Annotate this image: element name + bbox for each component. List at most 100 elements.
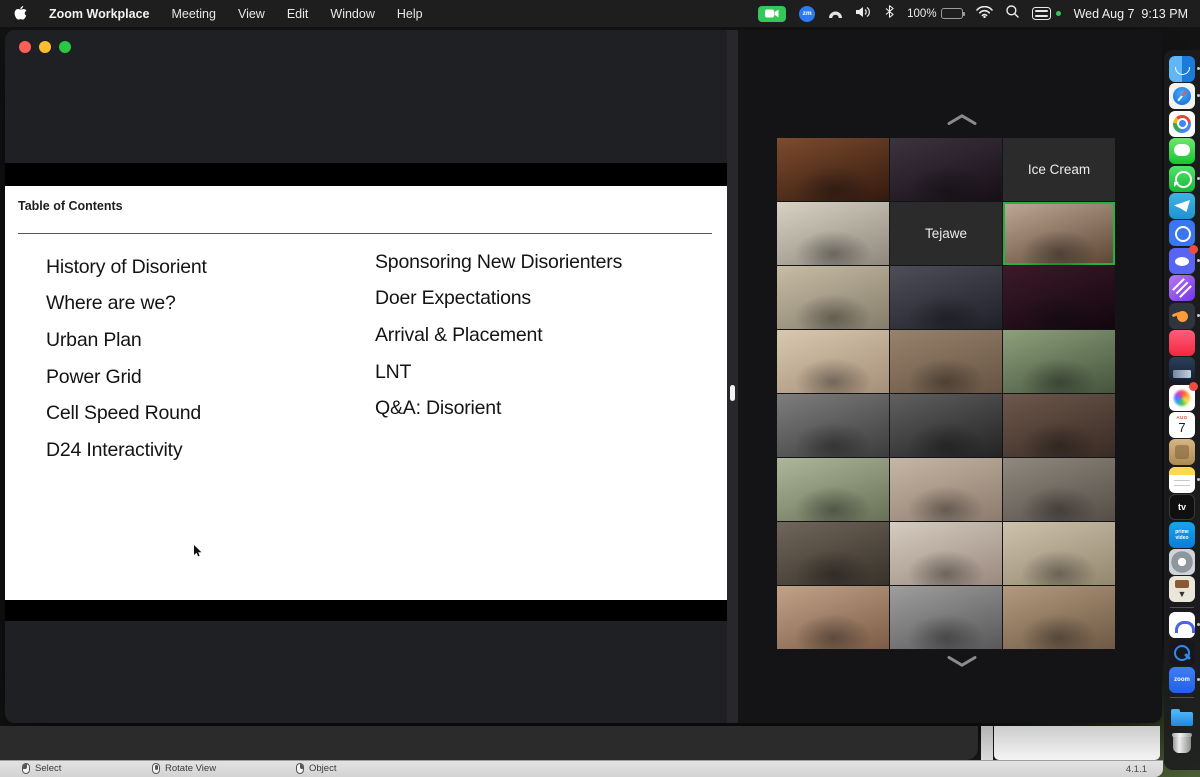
participant-video-tile[interactable] [1003, 202, 1115, 265]
slide-letterbox-bottom [5, 600, 727, 621]
participant-video-tile[interactable] [777, 330, 889, 393]
presentation-slide: Table of Contents History of DisorientWh… [5, 186, 727, 600]
volume-icon[interactable] [856, 5, 872, 23]
blender-viewport-edge [0, 726, 978, 760]
participant-video-tile[interactable] [1003, 394, 1115, 457]
fullscreen-button[interactable] [59, 41, 71, 53]
participant-silhouette [890, 522, 1002, 585]
scrollbar-thumb[interactable] [730, 385, 735, 401]
telegram-dock-icon[interactable] [1169, 193, 1195, 219]
primevideo-dock-icon[interactable]: prime video [1169, 522, 1195, 548]
participant-name-tile[interactable]: Tejawe [890, 202, 1002, 265]
participant-name: Tejawe [925, 226, 967, 241]
appletv-dock-icon[interactable]: tv [1169, 494, 1195, 520]
quicktime-dock-icon[interactable] [1169, 640, 1195, 666]
calendar-dock-icon[interactable]: AUG7 [1169, 412, 1195, 438]
participant-silhouette [777, 458, 889, 521]
menu-item-view[interactable]: View [238, 7, 265, 21]
menu-item-window[interactable]: Window [330, 7, 374, 21]
arc-menubar-icon[interactable] [828, 5, 843, 23]
weather-dock-icon[interactable] [1169, 357, 1195, 383]
participant-video-tile[interactable] [890, 266, 1002, 329]
participant-video-tile[interactable] [890, 586, 1002, 649]
shared-screen-scrollbar[interactable] [727, 30, 738, 723]
participant-video-tile[interactable] [890, 394, 1002, 457]
menubar-clock[interactable]: Wed Aug 7 9:13 PM [1074, 7, 1188, 21]
apple-menu-icon[interactable] [14, 6, 27, 21]
photos-dock-icon[interactable] [1169, 385, 1195, 411]
spotlight-search-icon[interactable] [1006, 5, 1019, 23]
whatsapp-dock-icon[interactable] [1169, 166, 1195, 192]
participant-silhouette [1003, 266, 1115, 329]
participant-video-tile[interactable] [777, 266, 889, 329]
participant-video-tile[interactable] [1003, 522, 1115, 585]
arc-dock-icon[interactable] [1169, 612, 1195, 638]
photos-notification-badge [1189, 382, 1198, 391]
participant-silhouette [777, 522, 889, 585]
screen-recording-camera-indicator[interactable] [758, 6, 786, 22]
safari-dock-icon[interactable] [1169, 83, 1195, 109]
minimize-button[interactable] [39, 41, 51, 53]
participant-video-tile[interactable] [890, 330, 1002, 393]
wifi-icon[interactable] [976, 5, 993, 23]
dock-separator [1170, 697, 1194, 698]
affinity-dock-icon[interactable] [1169, 275, 1195, 301]
calendar-glyph: 7 [1169, 412, 1195, 438]
participant-video-tile[interactable] [1003, 458, 1115, 521]
participants-panel: Ice Cream Tejawe [738, 30, 1162, 723]
participant-video-tile[interactable] [1003, 266, 1115, 329]
toc-column-right: Sponsoring New DisorientersDoer Expectat… [375, 244, 622, 427]
blender-hint-label: Object [309, 763, 336, 774]
signal-dock-icon[interactable] [1169, 220, 1195, 246]
participant-video-tile[interactable] [890, 138, 1002, 201]
participant-video-tile[interactable] [777, 394, 889, 457]
status-green-dot [1056, 11, 1061, 16]
control-center-icon[interactable] [1032, 7, 1051, 20]
menu-app-name[interactable]: Zoom Workplace [49, 7, 149, 21]
participant-name: Ice Cream [1028, 162, 1090, 177]
bluetooth-icon[interactable] [885, 5, 894, 23]
discord-dock-icon[interactable] [1169, 248, 1195, 274]
finder-dock-icon[interactable] [1169, 56, 1195, 82]
participant-silhouette [777, 202, 889, 265]
participant-silhouette [777, 394, 889, 457]
chrome-dock-icon[interactable] [1169, 111, 1195, 137]
toc-item: Q&A: Disorient [375, 390, 622, 427]
menu-item-meeting[interactable]: Meeting [171, 7, 215, 21]
participant-video-tile[interactable] [890, 458, 1002, 521]
blender-status-bar: SelectRotate ViewObject 4.1.1 [0, 760, 1163, 777]
dock: AUG7 tvprime video ▼ zoom [1164, 50, 1200, 770]
music-dock-icon[interactable] [1169, 330, 1195, 356]
menu-item-help[interactable]: Help [397, 7, 423, 21]
participant-video-tile[interactable] [777, 138, 889, 201]
toc-item: Power Grid [46, 359, 207, 396]
menu-item-edit[interactable]: Edit [287, 7, 309, 21]
zoom-dock-icon[interactable]: zoom [1169, 667, 1195, 693]
participant-silhouette [777, 330, 889, 393]
participant-video-tile[interactable] [890, 522, 1002, 585]
books-dock-icon[interactable] [1169, 439, 1195, 465]
close-button[interactable] [19, 41, 31, 53]
notes-dock-icon[interactable] [1169, 467, 1195, 493]
blender-dock-icon[interactable] [1169, 303, 1195, 329]
settings-dock-icon[interactable] [1169, 549, 1195, 575]
participant-video-tile[interactable] [1003, 330, 1115, 393]
scroll-participants-up-button[interactable] [944, 112, 980, 126]
participant-video-tile[interactable] [777, 586, 889, 649]
battery-indicator[interactable]: 100% [907, 8, 962, 20]
participant-video-tile[interactable] [777, 202, 889, 265]
participant-video-tile[interactable] [1003, 586, 1115, 649]
unarchiver-dock-icon[interactable]: ▼ [1169, 576, 1195, 602]
participant-silhouette [890, 266, 1002, 329]
trash-dock-icon[interactable] [1169, 730, 1195, 756]
scroll-participants-down-button[interactable] [944, 654, 980, 668]
downloads-dock-icon[interactable] [1169, 703, 1195, 729]
messages-dock-icon[interactable] [1169, 138, 1195, 164]
zoom-menubar-icon[interactable]: zm [799, 6, 815, 22]
participant-name-tile[interactable]: Ice Cream [1003, 138, 1115, 201]
participant-video-tile[interactable] [777, 458, 889, 521]
unarchiver-glyph: ▼ [1169, 576, 1195, 602]
slide-letterbox-top [5, 163, 727, 186]
participant-video-tile[interactable] [777, 522, 889, 585]
blender-hint-select: Select [22, 763, 61, 774]
